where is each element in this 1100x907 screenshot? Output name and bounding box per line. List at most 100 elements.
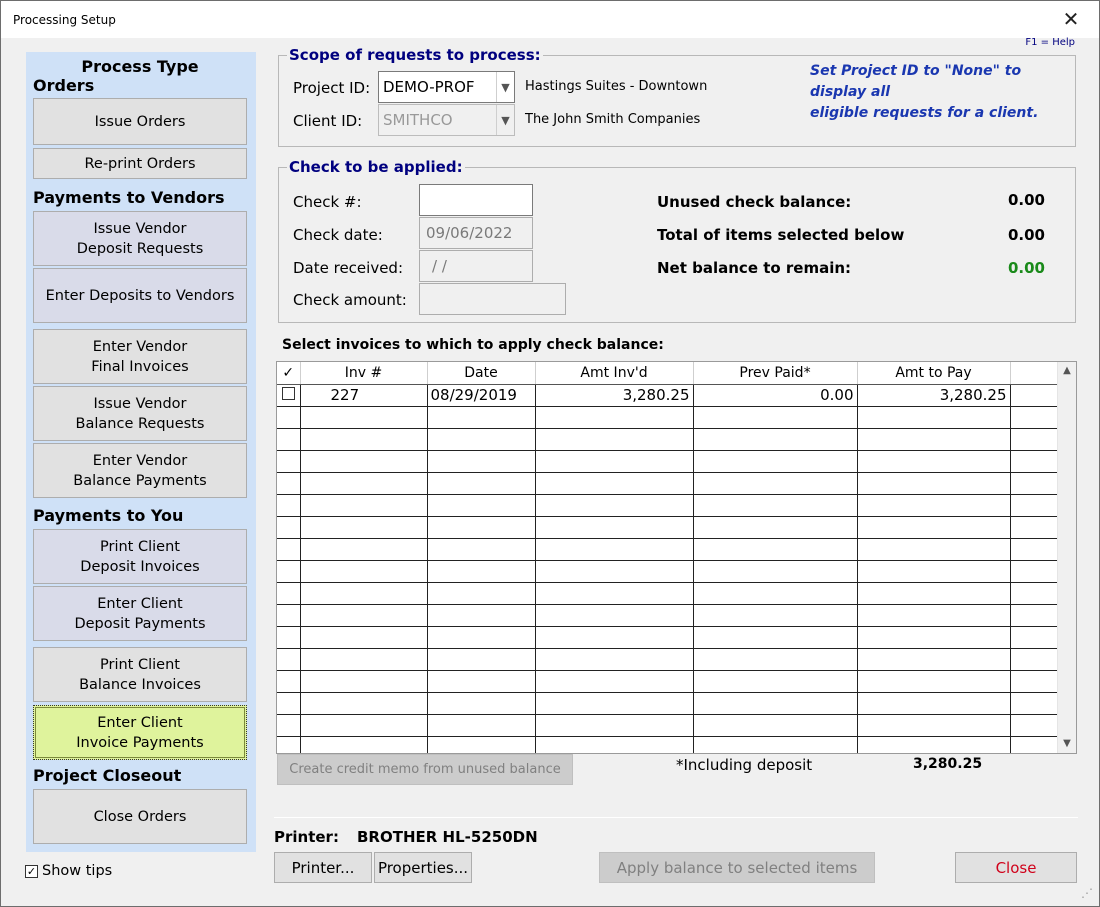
button-line-1: Issue Vendor (93, 220, 187, 237)
empty-cell (535, 714, 694, 737)
button-line-2: Deposit Payments (74, 615, 206, 632)
empty-cell (857, 648, 1011, 671)
issue-orders-button[interactable]: Issue Orders (33, 98, 247, 145)
check-number-label: Check #: (293, 193, 362, 211)
empty-table-row (277, 604, 1059, 627)
col-prev-paid-header[interactable]: Prev Paid* (693, 362, 858, 385)
enter-vendor-balance-payments-button[interactable]: Enter Vendor Balance Payments (33, 443, 247, 498)
empty-cell (277, 648, 301, 671)
printer-button[interactable]: Printer... (274, 852, 372, 883)
empty-cell (427, 516, 536, 539)
inv-cell: 227 (300, 384, 428, 407)
empty-cell (300, 538, 428, 561)
row-checkbox[interactable] (277, 384, 301, 407)
empty-cell (1010, 516, 1059, 539)
scope-group: Scope of requests to process: Project ID… (278, 46, 1076, 147)
close-orders-button[interactable]: Close Orders (33, 789, 247, 844)
close-button[interactable]: Close (955, 852, 1077, 883)
empty-cell (1010, 714, 1059, 737)
button-line-1: Enter Client (97, 714, 183, 731)
printer-label: Printer: (274, 828, 339, 846)
empty-cell (427, 582, 536, 605)
empty-table-row (277, 538, 1059, 561)
empty-cell (1010, 736, 1059, 753)
col-check-header[interactable]: ✓ (277, 362, 301, 385)
col-amt-to-pay-header[interactable]: Amt to Pay (857, 362, 1011, 385)
empty-cell (277, 692, 301, 715)
date-cell: 08/29/2019 (427, 384, 536, 407)
empty-cell (857, 472, 1011, 495)
including-deposit-value: 3,280.25 (913, 756, 983, 772)
empty-cell (1010, 494, 1059, 517)
empty-cell (427, 560, 536, 583)
col-inv-header[interactable]: Inv # (300, 362, 428, 385)
checkbox-icon[interactable] (281, 387, 295, 400)
empty-cell (857, 516, 1011, 539)
print-client-deposit-invoices-button[interactable]: Print Client Deposit Invoices (33, 529, 247, 584)
empty-cell (857, 494, 1011, 517)
resize-grip-icon[interactable]: ⋰ (1081, 886, 1093, 900)
invoice-grid[interactable]: ✓ Inv # Date Amt Inv'd Prev Paid* Amt to… (276, 361, 1077, 754)
create-credit-memo-button[interactable]: Create credit memo from unused balance (277, 754, 573, 785)
date-received-input[interactable]: / / (419, 250, 533, 282)
empty-cell (427, 626, 536, 649)
empty-cell (1010, 560, 1059, 583)
empty-cell (300, 560, 428, 583)
payments-to-you-heading: Payments to You (33, 506, 184, 525)
client-id-combo[interactable]: SMITHCO ▼ (378, 104, 515, 136)
window-close-icon[interactable]: ✕ (1051, 4, 1091, 34)
empty-table-row (277, 714, 1059, 737)
button-line-1: Enter Vendor (92, 452, 188, 469)
empty-cell (857, 560, 1011, 583)
button-line-1: Issue Vendor (93, 395, 187, 412)
check-amount-input[interactable] (419, 283, 566, 315)
empty-cell (693, 560, 858, 583)
enter-deposits-to-vendors-button[interactable]: Enter Deposits to Vendors (33, 268, 247, 323)
scroll-up-icon[interactable]: ▲ (1058, 362, 1076, 380)
col-date-header[interactable]: Date (427, 362, 536, 385)
chevron-down-icon[interactable]: ▼ (496, 105, 514, 135)
empty-cell (300, 670, 428, 693)
scroll-down-icon[interactable]: ▼ (1058, 735, 1076, 753)
unused-balance-label: Unused check balance: (657, 193, 852, 211)
printer-name: BROTHER HL-5250DN (357, 828, 538, 846)
button-line-2: Balance Invoices (79, 676, 201, 693)
empty-cell (535, 406, 694, 429)
properties-button[interactable]: Properties... (374, 852, 472, 883)
date-received-label: Date received: (293, 259, 404, 277)
issue-vendor-balance-requests-button[interactable]: Issue Vendor Balance Requests (33, 386, 247, 441)
table-header-row: ✓ Inv # Date Amt Inv'd Prev Paid* Amt to… (277, 362, 1059, 385)
check-number-input[interactable] (419, 184, 533, 216)
payments-to-vendors-heading: Payments to Vendors (33, 188, 225, 207)
check-date-input[interactable]: 09/06/2022 (419, 217, 533, 249)
empty-cell (427, 428, 536, 451)
empty-table-row (277, 670, 1059, 693)
empty-cell (427, 604, 536, 627)
chevron-down-icon[interactable]: ▼ (496, 72, 514, 102)
invoice-table: ✓ Inv # Date Amt Inv'd Prev Paid* Amt to… (277, 362, 1059, 753)
checkbox-checked-icon[interactable]: ✓ (25, 864, 38, 878)
empty-cell (857, 450, 1011, 473)
empty-table-row (277, 516, 1059, 539)
table-row[interactable]: 227 08/29/2019 3,280.25 0.00 3,280.25 (277, 384, 1059, 407)
col-amt-invd-header[interactable]: Amt Inv'd (535, 362, 694, 385)
enter-client-deposit-payments-button[interactable]: Enter Client Deposit Payments (33, 586, 247, 641)
enter-vendor-final-invoices-button[interactable]: Enter Vendor Final Invoices (33, 329, 247, 384)
print-client-balance-invoices-button[interactable]: Print Client Balance Invoices (33, 647, 247, 702)
empty-cell (693, 516, 858, 539)
empty-cell (857, 736, 1011, 753)
vertical-scrollbar[interactable]: ▲ ▼ (1057, 362, 1076, 753)
empty-cell (857, 670, 1011, 693)
empty-cell (277, 604, 301, 627)
amt-to-pay-cell[interactable]: 3,280.25 (857, 384, 1011, 407)
project-id-combo[interactable]: DEMO-PROF ▼ (378, 71, 515, 103)
apply-balance-button[interactable]: Apply balance to selected items (599, 852, 875, 883)
empty-table-row (277, 736, 1059, 753)
show-tips-checkbox[interactable]: ✓ Show tips (25, 863, 112, 879)
process-type-panel: Process Type Orders Issue Orders Re-prin… (26, 52, 256, 852)
reprint-orders-button[interactable]: Re-print Orders (33, 148, 247, 179)
issue-vendor-deposit-requests-button[interactable]: Issue Vendor Deposit Requests (33, 211, 247, 266)
enter-client-invoice-payments-button[interactable]: Enter Client Invoice Payments (33, 705, 247, 760)
empty-cell (427, 648, 536, 671)
empty-cell (1010, 604, 1059, 627)
